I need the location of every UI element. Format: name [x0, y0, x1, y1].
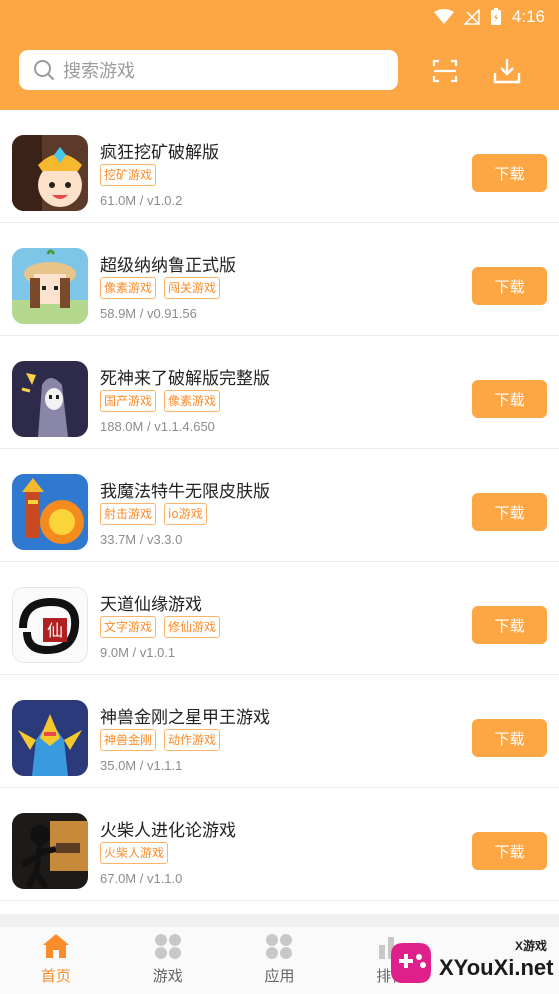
- list-item[interactable]: 仙 天道仙缘游戏 文字游戏 修仙游戏 9.0M / v1.0.1 下载: [0, 562, 559, 675]
- home-icon: [42, 934, 69, 958]
- nav-item-games[interactable]: 游戏: [112, 927, 224, 994]
- app-name: 我魔法特牛无限皮肤版: [100, 482, 270, 502]
- gamepad-logo-icon: [391, 943, 431, 983]
- search-icon: [34, 60, 54, 80]
- nav-item-apps[interactable]: 应用: [224, 927, 336, 994]
- tag[interactable]: 像素游戏: [100, 277, 157, 299]
- app-meta: 67.0M / v1.1.0: [100, 871, 183, 886]
- app-name: 火柴人进化论游戏: [100, 821, 236, 841]
- app-icon-robot: [12, 700, 88, 776]
- tag-list: 神兽金刚 动作游戏: [100, 729, 221, 751]
- grid-icon: [266, 934, 293, 959]
- nav-label: 应用: [264, 967, 295, 985]
- app-name: 天道仙缘游戏: [100, 595, 202, 615]
- grid-icon: [154, 934, 181, 959]
- search-placeholder: 搜索游戏: [63, 61, 135, 82]
- list-item[interactable]: 火柴人进化论游戏 火柴人游戏 67.0M / v1.1.0 下载: [0, 788, 559, 901]
- app-icon-xianyuan: 仙: [12, 587, 88, 663]
- tag[interactable]: 闯关游戏: [164, 277, 221, 299]
- download-button[interactable]: 下载: [472, 719, 547, 757]
- app-name: 超级纳纳鲁正式版: [100, 256, 236, 276]
- battery-icon: [490, 8, 501, 25]
- app-meta: 61.0M / v1.0.2: [100, 193, 183, 208]
- site-watermark: X游戏 XYouXi.net: [385, 935, 559, 994]
- status-icons: 4:16: [433, 7, 545, 27]
- nav-label: 游戏: [152, 967, 183, 985]
- tag-list: 挖矿游戏: [100, 164, 157, 186]
- download-button[interactable]: 下载: [472, 832, 547, 870]
- list-item[interactable]: 神兽金刚之星甲王游戏 神兽金刚 动作游戏 35.0M / v1.1.1 下载: [0, 675, 559, 788]
- app-meta: 188.0M / v1.1.4.650: [100, 419, 215, 434]
- list-item[interactable]: 疯狂挖矿破解版 挖矿游戏 61.0M / v1.0.2 下载: [0, 110, 559, 223]
- tag-list: 火柴人游戏: [100, 842, 169, 864]
- svg-text:仙: 仙: [47, 621, 63, 640]
- signal-icon: [463, 9, 480, 25]
- list-footer-divider: [0, 914, 559, 927]
- tag[interactable]: 射击游戏: [100, 503, 157, 525]
- tag-list: 射击游戏 io游戏: [100, 503, 207, 525]
- app-name: 疯狂挖矿破解版: [100, 143, 219, 163]
- scan-icon[interactable]: [431, 57, 459, 85]
- tag-list: 国产游戏 像素游戏: [100, 390, 221, 412]
- app-meta: 33.7M / v3.3.0: [100, 532, 183, 547]
- tag-list: 像素游戏 闯关游戏: [100, 277, 221, 299]
- list-item[interactable]: 我魔法特牛无限皮肤版 射击游戏 io游戏 33.7M / v3.3.0 下载: [0, 449, 559, 562]
- tag[interactable]: 挖矿游戏: [100, 164, 157, 186]
- app-name: 死神来了破解版完整版: [100, 369, 270, 389]
- app-meta: 9.0M / v1.0.1: [100, 645, 176, 660]
- download-button[interactable]: 下载: [472, 606, 547, 644]
- download-button[interactable]: 下载: [472, 380, 547, 418]
- tag[interactable]: io游戏: [164, 503, 207, 525]
- app-icon-stickman: [12, 813, 88, 889]
- tag[interactable]: 像素游戏: [164, 390, 221, 412]
- watermark-tag: X游戏: [515, 939, 548, 953]
- tag[interactable]: 国产游戏: [100, 390, 157, 412]
- app-header: 4:16 搜索游戏: [0, 0, 559, 110]
- download-manager-icon[interactable]: [493, 57, 521, 85]
- search-input[interactable]: 搜索游戏: [19, 50, 398, 90]
- app-icon-mining: [12, 135, 88, 211]
- tag[interactable]: 文字游戏: [100, 616, 157, 638]
- list-item[interactable]: 死神来了破解版完整版 国产游戏 像素游戏 188.0M / v1.1.4.650…: [0, 336, 559, 449]
- app-icon-nanaru: [12, 248, 88, 324]
- tag[interactable]: 修仙游戏: [164, 616, 221, 638]
- list-item[interactable]: 超级纳纳鲁正式版 像素游戏 闯关游戏 58.9M / v0.91.56 下载: [0, 223, 559, 336]
- app-meta: 58.9M / v0.91.56: [100, 306, 197, 321]
- status-time: 4:16: [511, 7, 545, 26]
- app-icon-death: [12, 361, 88, 437]
- tag[interactable]: 火柴人游戏: [100, 842, 169, 864]
- app-icon-magic: [12, 474, 88, 550]
- tag[interactable]: 神兽金刚: [100, 729, 157, 751]
- app-meta: 35.0M / v1.1.1: [100, 758, 183, 773]
- nav-label: 首页: [40, 967, 71, 985]
- download-button[interactable]: 下载: [472, 154, 547, 192]
- nav-item-home[interactable]: 首页: [0, 927, 112, 994]
- tag-list: 文字游戏 修仙游戏: [100, 616, 221, 638]
- download-button[interactable]: 下载: [472, 267, 547, 305]
- wifi-icon: [433, 9, 454, 24]
- download-button[interactable]: 下载: [472, 493, 547, 531]
- tag[interactable]: 动作游戏: [164, 729, 221, 751]
- app-name: 神兽金刚之星甲王游戏: [100, 708, 270, 728]
- status-bar: 4:16: [0, 0, 559, 34]
- watermark-brand: XYouXi.net: [439, 955, 554, 980]
- app-list: 疯狂挖矿破解版 挖矿游戏 61.0M / v1.0.2 下载 超级纳纳鲁正式版 …: [0, 110, 559, 901]
